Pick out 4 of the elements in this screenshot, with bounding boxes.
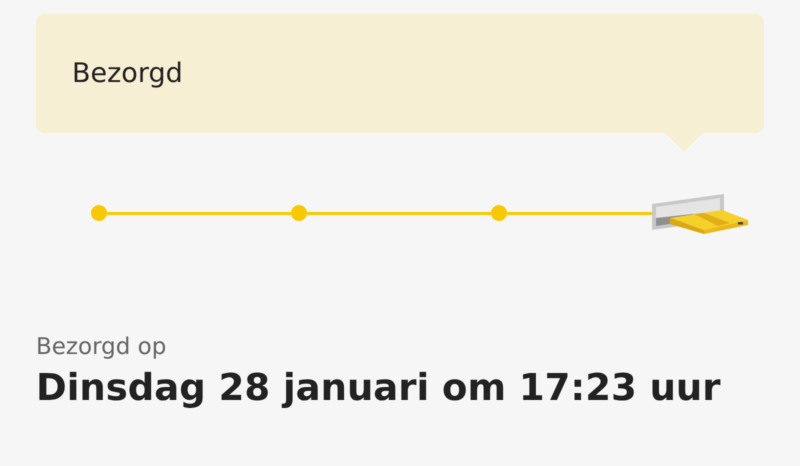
mailbox-parcel-icon — [652, 194, 748, 234]
delivered-label: Bezorgd op — [36, 334, 168, 360]
status-title: Bezorgd — [72, 58, 183, 89]
delivery-datetime: Dinsdag 28 januari om 17:23 uur — [36, 366, 722, 409]
